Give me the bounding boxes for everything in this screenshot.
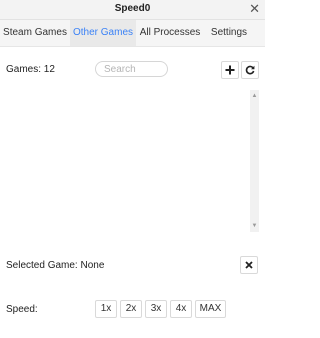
plus-icon <box>225 65 235 75</box>
tab-all-processes[interactable]: All Processes <box>136 20 204 46</box>
tab-other-games[interactable]: Other Games <box>70 20 136 46</box>
close-icon[interactable]: ✕ <box>249 1 260 17</box>
refresh-button[interactable] <box>241 61 259 79</box>
title-bar: Speed0 ✕ <box>0 0 265 20</box>
game-list[interactable]: ▲ ▼ <box>6 90 259 232</box>
selected-game-label: Selected Game: None <box>6 260 105 271</box>
add-game-button[interactable] <box>221 61 239 79</box>
games-count: Games: 12 <box>6 64 55 75</box>
speed-3x-button[interactable]: 3x <box>145 300 167 318</box>
speed-label: Speed: <box>6 304 38 315</box>
search-input[interactable] <box>95 61 168 77</box>
tab-bar: Steam Games Other Games All Processes Se… <box>0 20 265 47</box>
window-title: Speed0 <box>114 3 151 14</box>
list-scrollbar[interactable]: ▲ ▼ <box>250 90 259 232</box>
scroll-down-icon[interactable]: ▼ <box>250 222 259 230</box>
speed-2x-button[interactable]: 2x <box>120 300 142 318</box>
tab-settings[interactable]: Settings <box>204 20 254 46</box>
close-icon <box>245 261 253 269</box>
tab-steam-games[interactable]: Steam Games <box>0 20 70 46</box>
speed-4x-button[interactable]: 4x <box>170 300 192 318</box>
refresh-icon <box>245 65 255 75</box>
scroll-up-icon[interactable]: ▲ <box>250 92 259 100</box>
speed-1x-button[interactable]: 1x <box>95 300 117 318</box>
clear-selection-button[interactable] <box>240 256 258 274</box>
speed-max-button[interactable]: MAX <box>195 300 226 318</box>
